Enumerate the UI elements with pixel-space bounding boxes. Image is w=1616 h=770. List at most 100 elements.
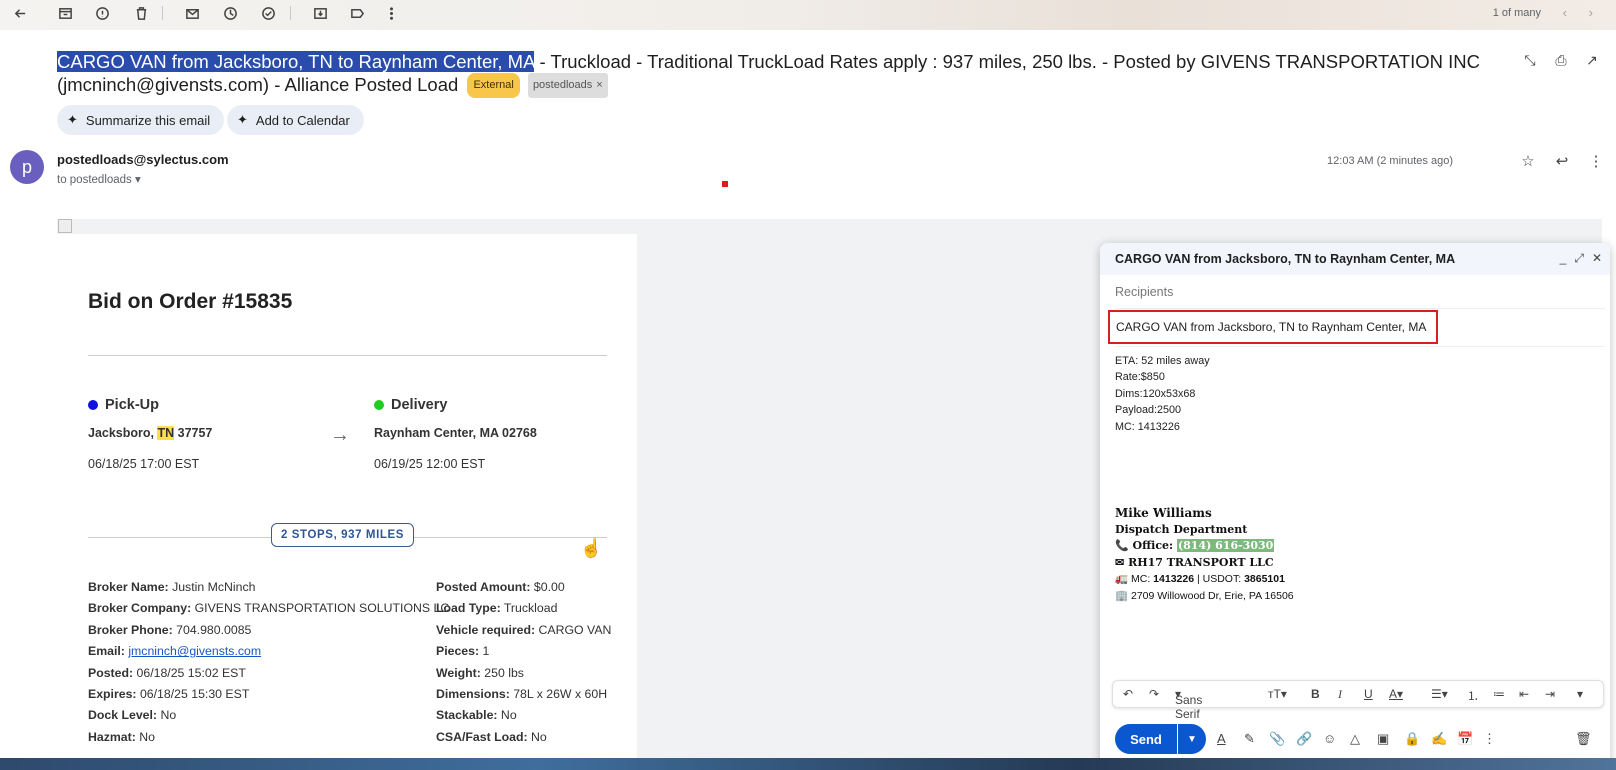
sig-dept: Dispatch Department (1115, 522, 1248, 536)
mark-unread-icon[interactable] (182, 3, 202, 23)
delivery-dot (374, 400, 384, 410)
move-to-icon[interactable] (310, 3, 330, 23)
bulleted-list-icon[interactable]: ≔ (1493, 687, 1505, 701)
text-size-icon[interactable]: тT▾ (1268, 687, 1287, 701)
discard-draft-icon[interactable]: 🗑 (1575, 731, 1592, 747)
body-line: ETA: 52 miles away (1115, 355, 1210, 367)
confidential-icon[interactable]: 🔒 (1404, 731, 1420, 747)
snooze-icon[interactable] (220, 3, 240, 23)
delivery-heading: Delivery (374, 397, 447, 413)
detail-row: Broker Phone: 704.980.0085 (88, 622, 252, 637)
older-icon[interactable]: › (1589, 5, 1593, 20)
label-icon[interactable] (347, 3, 367, 23)
detail-row: Pieces: 1 (436, 644, 490, 659)
reply-icon[interactable]: ↩ (1554, 152, 1570, 170)
sparkle-icon: ✦ (237, 112, 248, 127)
detail-row: Stackable: No (436, 708, 517, 723)
text-color-icon[interactable]: A▾ (1389, 687, 1403, 701)
recipients-field[interactable]: Recipients (1115, 285, 1173, 299)
add-calendar-chip[interactable]: ✦ Add to Calendar (227, 105, 364, 135)
schedule-icon[interactable]: 📅 (1457, 731, 1473, 747)
compose-header[interactable]: CARGO VAN from Jacksboro, TN to Raynham … (1100, 243, 1610, 275)
attach-icon[interactable]: 📎 (1269, 731, 1285, 747)
detail-row: Posted Amount: $0.00 (436, 580, 565, 594)
photo-icon[interactable]: ▣ (1377, 731, 1389, 747)
fullscreen-icon[interactable]: ⤢ (1574, 251, 1584, 266)
sig-address-row: 🏢 2709 Willowood Dr, Erie, PA 16506 (1115, 588, 1294, 605)
drive-icon[interactable]: △ (1350, 731, 1360, 747)
body-line: Payload:2500 (1115, 404, 1182, 417)
open-new-window-icon[interactable]: ↗ (1584, 52, 1600, 69)
add-task-icon[interactable] (258, 3, 278, 23)
font-select[interactable]: Sans Serif ▾ (1175, 687, 1202, 721)
detail-row: Email: jmcninch@givensts.com (88, 644, 262, 659)
send-button[interactable]: Send (1115, 724, 1177, 754)
close-icon[interactable]: ✕ (1592, 251, 1602, 266)
newer-icon[interactable]: ‹ (1563, 5, 1567, 20)
body-line: Dims:120x53x68 (1115, 387, 1196, 400)
recipient-line[interactable]: to postedloads ▾ (57, 172, 141, 186)
italic-icon[interactable]: I (1338, 687, 1342, 702)
more-formatting-icon[interactable]: ▾ (1577, 687, 1583, 701)
external-badge: External (467, 73, 520, 98)
detail-row: Dock Level: No (88, 708, 177, 723)
chevron-down-icon[interactable]: ▾ (135, 174, 141, 186)
back-arrow-icon[interactable] (10, 3, 30, 23)
remove-label-icon[interactable]: × (596, 79, 602, 91)
send-options-icon[interactable]: ▼ (1178, 724, 1206, 754)
divider (88, 355, 607, 356)
detail-row: Hazmat: No (88, 729, 155, 744)
avatar[interactable]: p (10, 150, 44, 184)
emoji-icon[interactable]: ☺ (1323, 731, 1336, 746)
sparkle-icon: ✦ (67, 112, 78, 127)
delete-icon[interactable] (131, 3, 151, 23)
red-marker (722, 181, 728, 187)
top-toolbar: 1 of many ‹ › (0, 0, 1616, 30)
divider (1115, 346, 1605, 347)
stops-badge: 2 STOPS, 937 MILES (271, 523, 415, 547)
order-title: Bid on Order #15835 (88, 290, 293, 313)
send-row: Send ▼ A ✎ 📎 🔗 ☺ △ ▣ 🔒 ✍ 📅 ⋮ 🗑 (1115, 724, 1595, 754)
align-icon[interactable]: ☰▾ (1431, 687, 1448, 701)
compose-subject-field[interactable]: CARGO VAN from Jacksboro, TN to Raynham … (1108, 310, 1438, 344)
expand-all-icon[interactable]: ⤡ (1522, 52, 1538, 69)
compose-body[interactable]: ETA: 52 miles away Rate:$850 Dims:120x53… (1115, 353, 1210, 435)
summarize-chip[interactable]: ✦ Summarize this email (57, 105, 225, 135)
details-left: Broker Name: Justin McNinch Broker Compa… (88, 577, 449, 748)
detail-row: Load Type: Truckload (436, 601, 558, 616)
minimize-icon[interactable]: _ (1560, 251, 1567, 266)
signature-icon[interactable]: ✍ (1431, 731, 1447, 747)
bold-icon[interactable]: B (1311, 687, 1320, 701)
indent-more-icon[interactable]: ⇥ (1545, 687, 1555, 701)
link-icon[interactable]: 🔗 (1296, 731, 1312, 747)
formatting-options-icon[interactable]: A (1217, 731, 1226, 746)
print-icon[interactable]: ⎙ (1553, 52, 1569, 69)
more-vertical-icon[interactable]: ⋮ (1588, 152, 1604, 170)
sig-phone[interactable]: (814) 616-3030 (1176, 539, 1275, 552)
broker-email-link[interactable]: jmcninch@givensts.com (128, 644, 261, 658)
underline-icon[interactable]: U (1364, 687, 1373, 701)
summarize-label: Summarize this email (85, 112, 211, 128)
divider (1115, 308, 1605, 309)
redo-icon[interactable]: ↷ (1149, 687, 1159, 701)
more-vertical-icon[interactable] (381, 3, 401, 23)
pager-text: 1 of many (1492, 7, 1541, 19)
ai-write-icon[interactable]: ✎ (1244, 731, 1255, 747)
hand-cursor-icon: ☝ (580, 538, 603, 558)
sender-email[interactable]: postedloads@sylectus.com (57, 152, 229, 167)
archive-icon[interactable] (55, 3, 75, 23)
report-spam-icon[interactable] (92, 3, 112, 23)
phone-icon: 📞 (1115, 539, 1129, 552)
detail-row: CSA/Fast Load: No (436, 729, 547, 744)
desktop-background-strip (0, 758, 1616, 770)
more-options-icon[interactable]: ⋮ (1483, 731, 1496, 747)
broken-image-icon (58, 219, 72, 233)
sig-name: Mike Williams (1115, 506, 1212, 520)
undo-icon[interactable]: ↶ (1123, 687, 1133, 701)
numbered-list-icon[interactable]: ⒈ (1467, 687, 1479, 704)
calendar-label: Add to Calendar (255, 112, 350, 128)
pickup-label: Pick-Up (105, 397, 159, 413)
label-badge[interactable]: postedloads × (527, 73, 608, 98)
indent-less-icon[interactable]: ⇤ (1519, 687, 1529, 701)
star-icon[interactable]: ☆ (1520, 152, 1536, 170)
